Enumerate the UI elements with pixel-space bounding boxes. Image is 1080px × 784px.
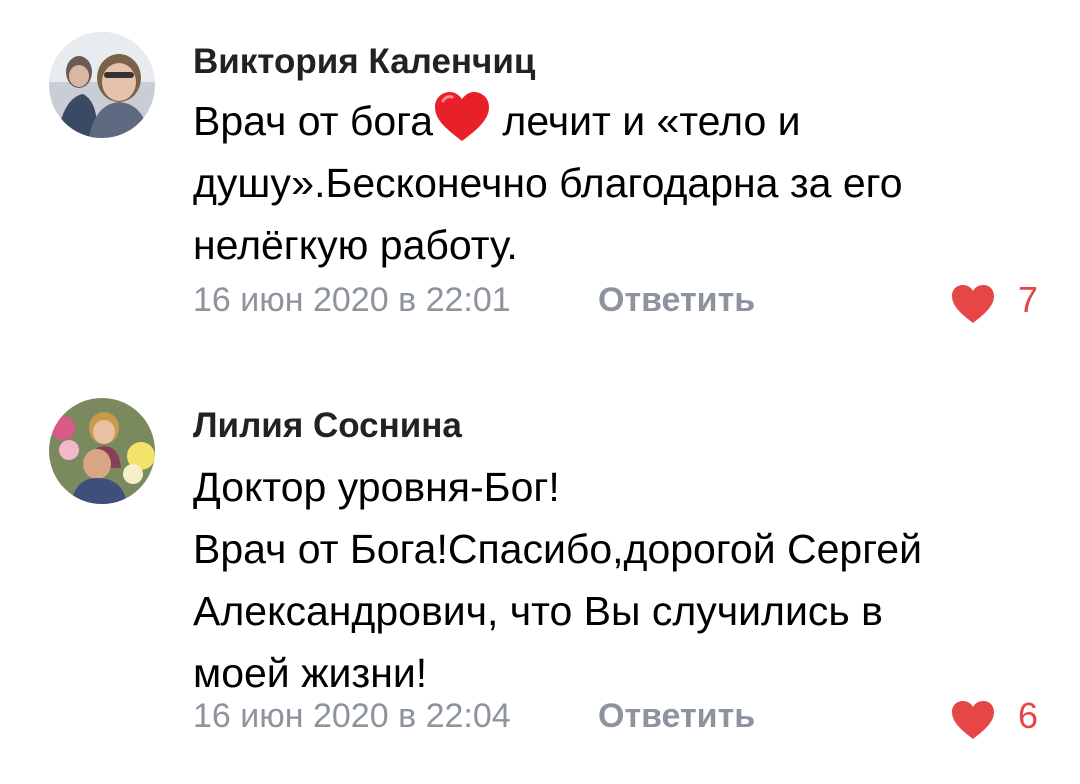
red-heart-emoji-icon bbox=[433, 91, 491, 143]
comment-text-line: Александрович, что Вы случились в bbox=[193, 588, 883, 634]
comment-text-line: душу».Бесконечно благодарна за его bbox=[193, 160, 903, 206]
comment-text-line: Доктор уровня-Бог! bbox=[193, 464, 560, 510]
comments-list: Виктория Каленчиц Врач от бога лечит и «… bbox=[0, 0, 1080, 784]
avatar[interactable] bbox=[49, 32, 155, 138]
comment-text: Врач от бога лечит и «тело и душу».Беско… bbox=[193, 90, 1053, 276]
comment-text-line: нелёгкую работу. bbox=[193, 222, 518, 268]
comment-text: Доктор уровня-Бог! Врач от Бога!Спасибо,… bbox=[193, 456, 1053, 704]
comment-author[interactable]: Лилия Соснина bbox=[193, 406, 462, 446]
like-count: 6 bbox=[1017, 695, 1038, 736]
reply-button[interactable]: Ответить bbox=[598, 694, 755, 738]
comment-author[interactable]: Виктория Каленчиц bbox=[193, 42, 535, 82]
comment-text-fragment: лечит и «тело и bbox=[502, 98, 801, 144]
comment-item: Лилия Соснина Доктор уровня-Бог! Врач от… bbox=[0, 350, 1080, 784]
comment-text-fragment: Врач от бога bbox=[193, 98, 434, 144]
heart-icon bbox=[952, 285, 994, 323]
reply-button[interactable]: Ответить bbox=[598, 278, 755, 322]
avatar[interactable] bbox=[49, 398, 155, 504]
comment-meta: 16 июн 2020 в 22:01 Ответить 7 bbox=[193, 278, 1038, 323]
comment-date: 16 июн 2020 в 22:04 bbox=[193, 697, 511, 735]
like-button[interactable]: 6 bbox=[938, 694, 1038, 739]
like-button[interactable]: 7 bbox=[938, 278, 1038, 323]
comment-date: 16 июн 2020 в 22:01 bbox=[193, 281, 511, 319]
comment-item: Виктория Каленчиц Врач от бога лечит и «… bbox=[0, 0, 1080, 350]
heart-icon bbox=[952, 701, 994, 739]
like-count: 7 bbox=[1017, 279, 1038, 320]
comment-text-line: Врач от Бога!Спасибо,дорогой Сергей bbox=[193, 526, 922, 572]
comment-text-line: Врач от бога лечит и «тело и bbox=[193, 90, 1053, 152]
comment-meta: 16 июн 2020 в 22:04 Ответить 6 bbox=[193, 694, 1038, 739]
